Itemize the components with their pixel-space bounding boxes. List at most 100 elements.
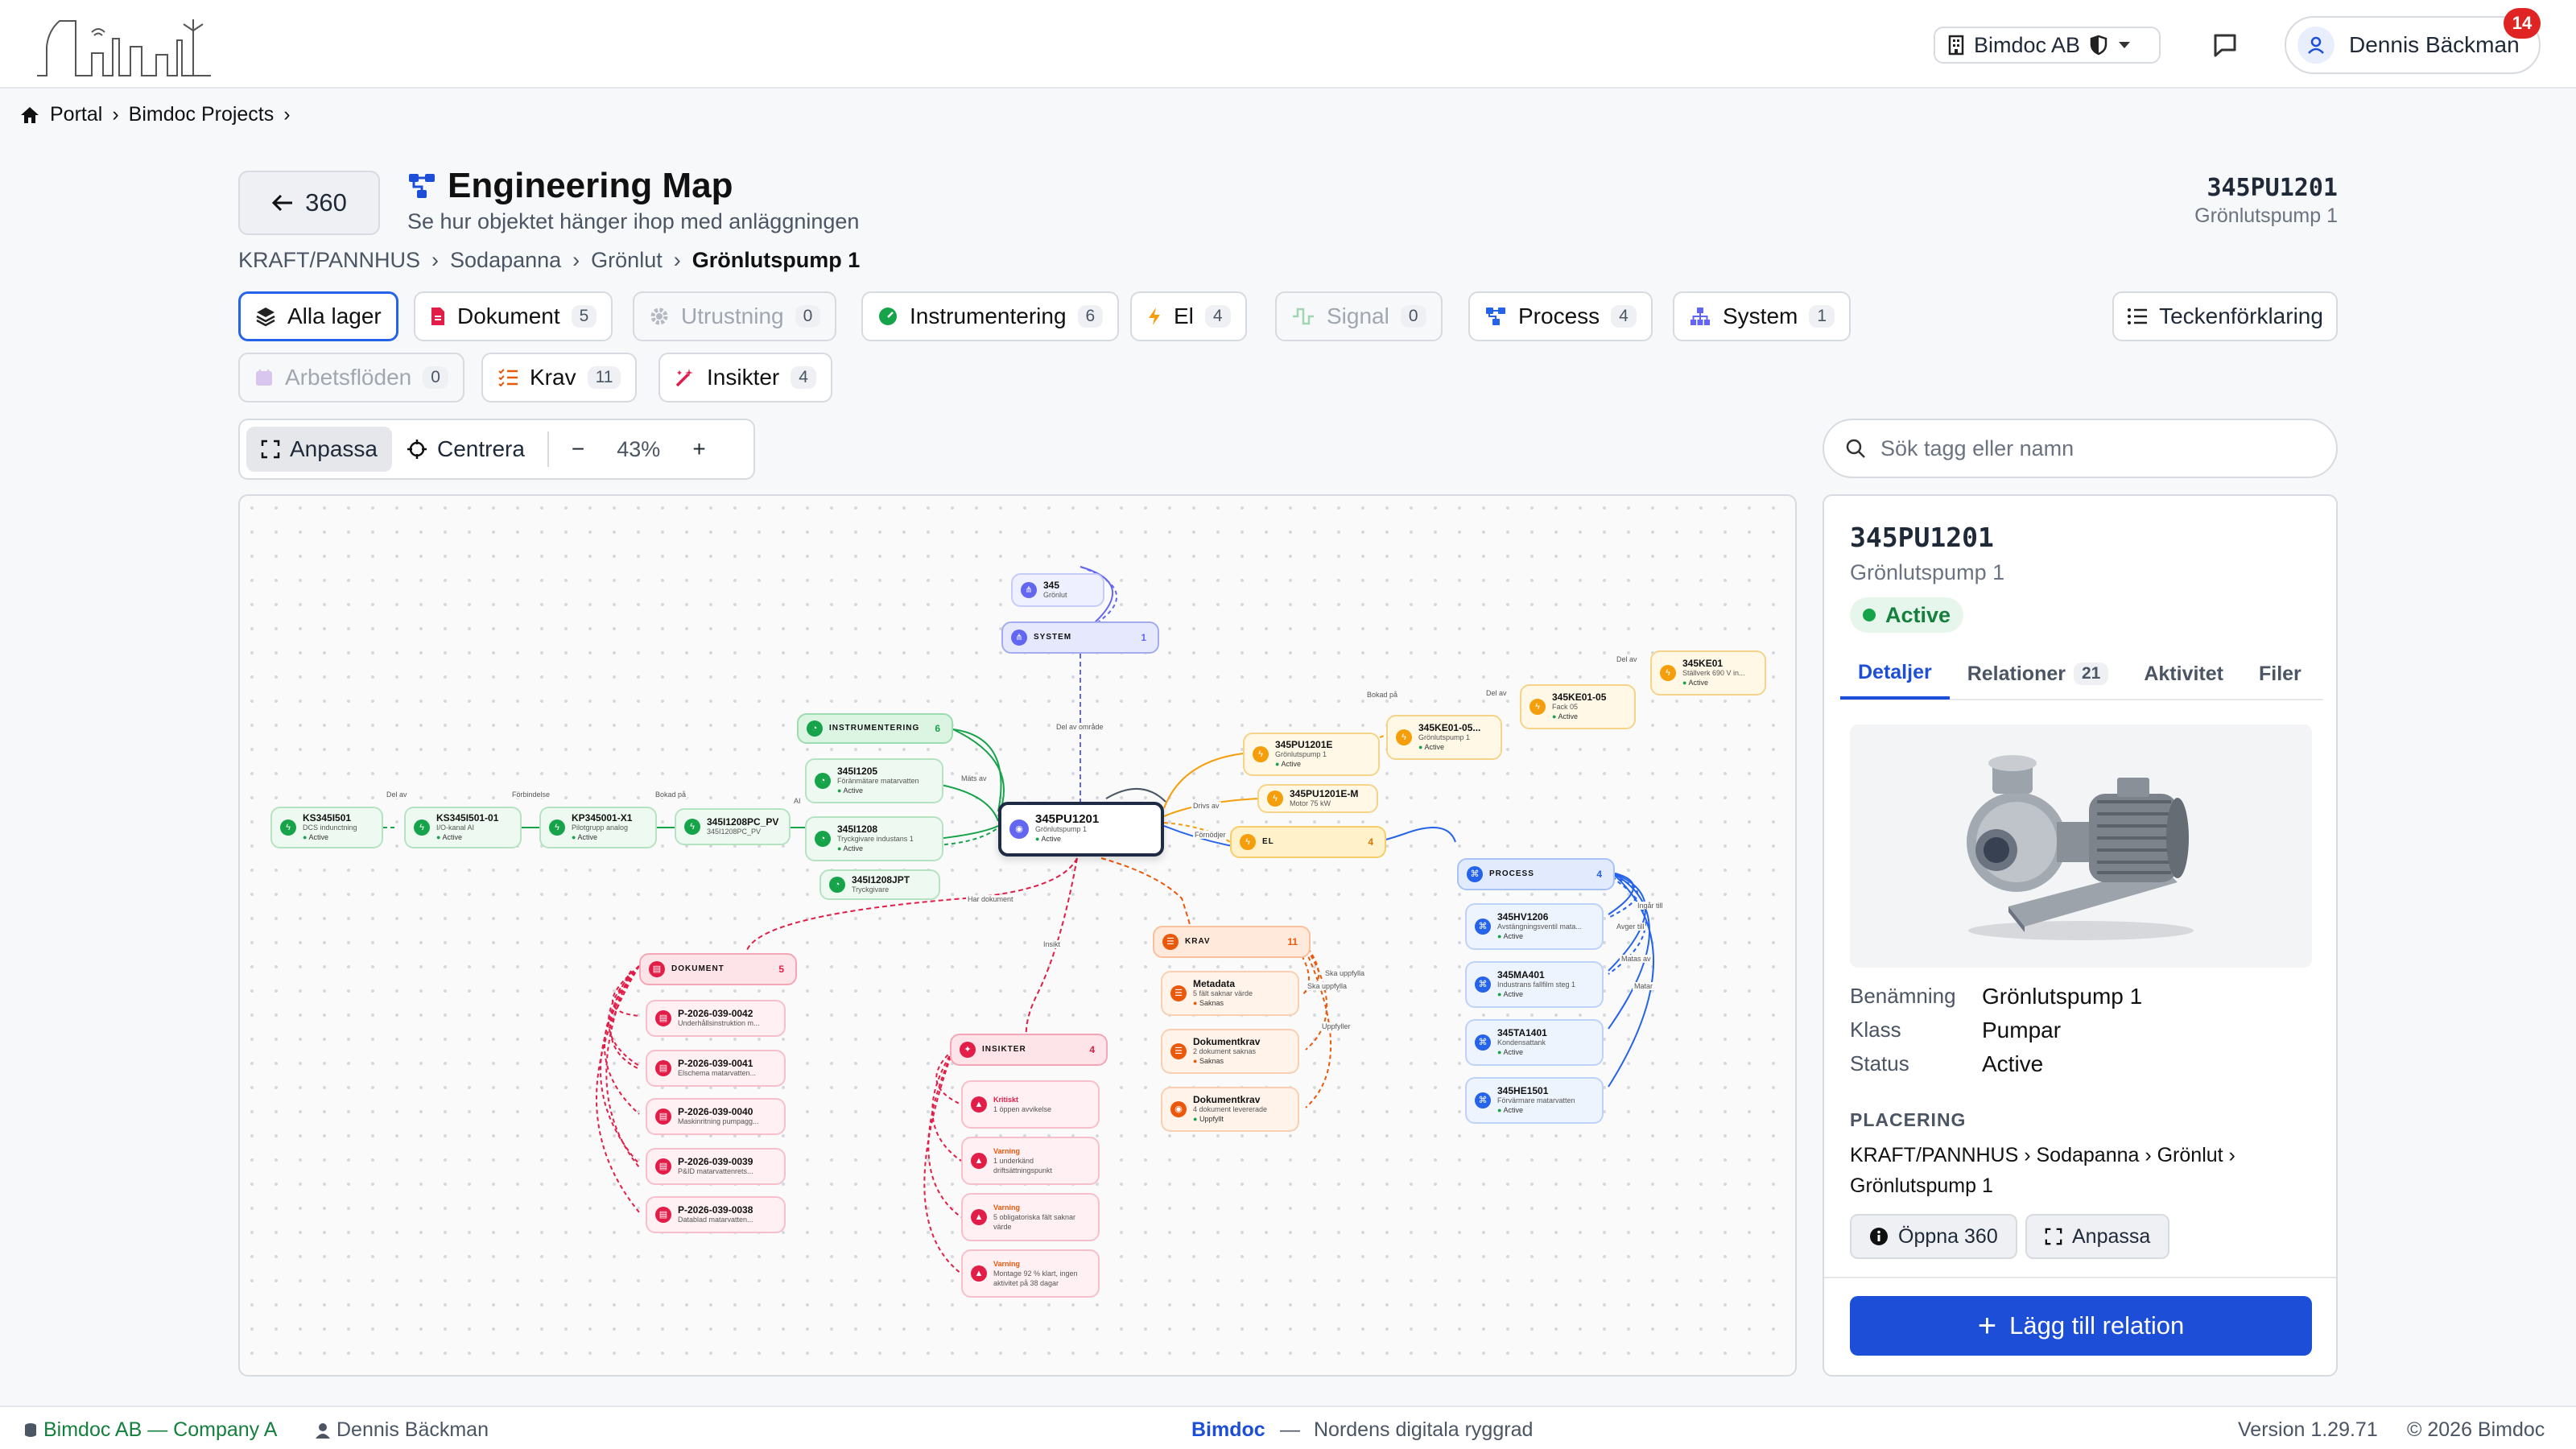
graph-group-el[interactable]: ϟ EL 4 <box>1230 826 1386 858</box>
graph-group-instrumentering[interactable]: ◔ INSTRUMENTERING 6 <box>797 713 953 744</box>
graph-node[interactable]: ⌘ 345HV1206 Avstängningsventil mata... ● A… <box>1465 903 1604 950</box>
breadcrumb-portal[interactable]: Portal <box>50 103 102 126</box>
footer-brand[interactable]: Bimdoc <box>1191 1418 1265 1442</box>
path-item[interactable]: Sodapanna <box>450 248 561 273</box>
graph-node[interactable]: ☰ Metadata 5 fält saknar värde ● Saknas <box>1161 971 1299 1016</box>
graph-node[interactable]: ◔ 345I1208 Tryckgivare industans 1 ● Activ… <box>805 816 943 861</box>
graph-group-insikter[interactable]: ✦ INSIKTER 4 <box>950 1034 1108 1066</box>
graph-node[interactable]: ϟ 345I1208PC_PV 345I1208PC_PV <box>675 808 791 845</box>
graph-node[interactable]: ϟ KS345I501 DCS indunctning ● Active <box>270 807 383 848</box>
graph-node[interactable]: ⋔ 345 Grönlut <box>1011 573 1104 607</box>
user-menu[interactable]: Dennis Bäckman <box>2285 16 2541 74</box>
graph-node[interactable]: ⌘ 345MA401 Industrans fallfilm steg 1 ● Ac… <box>1465 961 1604 1008</box>
zoom-in-button[interactable]: + <box>678 427 720 472</box>
filter-krav[interactable]: Krav 11 <box>481 353 638 402</box>
graph-node[interactable]: ▤ P-2026-039-0042 Underhållsinstruktion m… <box>646 1000 786 1037</box>
tab-aktivitet[interactable]: Aktivitet <box>2126 648 2241 700</box>
graph-node[interactable]: ϟ KS345I501-01 I/O-kanal AI ● Active <box>404 807 522 848</box>
graph-node[interactable]: ϟ KP345001-X1 Pilotgrupp analog ● Active <box>539 807 657 848</box>
graph-node[interactable]: ϟ 345KE01-05... Grönlutspump 1 ● Active <box>1386 715 1502 760</box>
chevron-right-icon: › <box>112 103 119 126</box>
tag-search[interactable]: Sök tagg eller namn <box>1823 419 2338 478</box>
back-button[interactable]: 360 <box>238 171 380 235</box>
footer-company[interactable]: Bimdoc AB — Company A <box>24 1418 277 1442</box>
node-count: 4 <box>1089 1044 1095 1055</box>
fit-label: Anpassa <box>290 436 378 461</box>
filter-utrustning[interactable]: Utrustning 0 <box>633 291 837 341</box>
add-relation-button[interactable]: + Lägg till relation <box>1850 1296 2312 1356</box>
edge-label: Ska uppfylla <box>1306 982 1349 990</box>
filter-system[interactable]: System 1 <box>1673 291 1852 341</box>
panel-fit-button[interactable]: Anpassa <box>2025 1214 2170 1259</box>
filter-arbetsfloden[interactable]: Arbetsflöden 0 <box>238 353 464 402</box>
graph-node[interactable]: ▤ P-2026-039-0039 P&ID matarvattenrets... <box>646 1148 786 1185</box>
graph-node[interactable]: ⌘ 345HE1501 Förvärmare matarvatten ● Activ… <box>1465 1077 1604 1124</box>
graph-node[interactable]: ▲ Varning 1 underkänd driftsättningspunkt <box>961 1137 1100 1185</box>
filter-signal[interactable]: Signal 0 <box>1275 291 1443 341</box>
process-icon: ⌘ <box>1475 1092 1491 1108</box>
bimdoc-logo[interactable] <box>35 14 213 77</box>
open-360-button[interactable]: Öppna 360 <box>1850 1214 2017 1259</box>
filter-el[interactable]: El 4 <box>1130 291 1247 341</box>
zoom-out-button[interactable]: − <box>557 427 599 472</box>
graph-group-process[interactable]: ⌘ PROCESS 4 <box>1457 858 1615 890</box>
node-sub: 345I1208PC_PV <box>707 828 762 836</box>
org-name: Bimdoc AB <box>1974 32 2081 57</box>
message-icon[interactable] <box>2211 31 2240 60</box>
tab-label: Filer <box>2258 662 2301 685</box>
center-button[interactable]: Centrera <box>392 427 539 472</box>
graph-group-krav[interactable]: ☰ KRAV 11 <box>1153 926 1311 958</box>
node-status: ● Active <box>572 833 597 841</box>
gauge-icon: ◔ <box>829 877 845 893</box>
node-sub: 5 fält saknar värde <box>1193 989 1253 997</box>
graph-node[interactable]: ▤ P-2026-039-0041 Elschema matarvatten... <box>646 1050 786 1087</box>
tab-relationer[interactable]: Relationer 21 <box>1950 648 2127 700</box>
filter-count: 11 <box>587 366 621 389</box>
home-icon[interactable] <box>19 105 40 125</box>
graph-node[interactable]: ▲ Kritiskt 1 öppen avvikelse <box>961 1080 1100 1129</box>
graph-node[interactable]: ▲ Varning 5 obligatoriska fält saknar vä… <box>961 1193 1100 1241</box>
graph-node[interactable]: ☰ Dokumentkrav 2 dokument saknas ● Saknas <box>1161 1029 1299 1074</box>
graph-node[interactable]: ▲ Varning Montage 92 % klart, ingen akti… <box>961 1249 1100 1298</box>
path-item[interactable]: Grönlut <box>591 248 663 273</box>
filter-count: 5 <box>571 305 597 328</box>
node-sub: Tryckgivare industans 1 <box>837 835 914 843</box>
org-switcher[interactable]: Bimdoc AB <box>1934 27 2161 64</box>
edge-label: Insikt <box>1042 940 1063 948</box>
graph-node[interactable]: ◉ Dokumentkrav 4 dokument levererade ● Up… <box>1161 1087 1299 1132</box>
node-sub: Motor 75 kW <box>1290 799 1331 807</box>
graph-node-selected[interactable]: ◉ 345PU1201 Grönlutspump 1 ● Active <box>998 802 1164 857</box>
graph-group-dokument[interactable]: ▤ DOKUMENT 5 <box>639 953 797 985</box>
graph-node[interactable]: ϟ 345KE01-05 Fack 05 ● Active <box>1520 684 1636 729</box>
filter-instrumentering[interactable]: Instrumentering 6 <box>861 291 1120 341</box>
tab-filer[interactable]: Filer <box>2241 648 2319 700</box>
filter-label: Process <box>1518 303 1600 328</box>
warning-icon: ▲ <box>971 1209 987 1225</box>
filter-insikter[interactable]: Insikter 4 <box>658 353 832 402</box>
fit-button[interactable]: Anpassa <box>246 427 392 472</box>
graph-node[interactable]: ϟ 345KE01 Ställverk 690 V in... ● Active <box>1650 650 1766 696</box>
search-input[interactable]: Sök tagg eller namn <box>1880 436 2074 461</box>
breadcrumb-projects[interactable]: Bimdoc Projects <box>129 103 275 126</box>
legend-button[interactable]: Teckenförklaring <box>2112 291 2338 341</box>
graph-group-system[interactable]: ⋔ SYSTEM 1 <box>1001 621 1159 654</box>
tab-label: Relationer <box>1967 662 2066 685</box>
graph-node[interactable]: ⌘ 345TA1401 Kondensattank ● Active <box>1465 1019 1604 1066</box>
filter-dokument[interactable]: Dokument 5 <box>414 291 613 341</box>
field-key: Klass <box>1850 1018 1901 1042</box>
filter-process[interactable]: Process 4 <box>1468 291 1653 341</box>
engineering-map-canvas[interactable]: Del av område Del av Förbindelse Bokad p… <box>238 494 1797 1377</box>
graph-node[interactable]: ▤ P-2026-039-0038 Datablad matarvatten... <box>646 1196 786 1233</box>
graph-node[interactable]: ϟ 345PU1201E Grönlutspump 1 ● Active <box>1243 733 1380 776</box>
node-id: 345PU1201 <box>1035 812 1100 826</box>
graph-node[interactable]: ◔ 345I1205 Föränmätare matarvatten ● Activ… <box>805 758 943 803</box>
layers-icon <box>256 308 275 327</box>
graph-node[interactable]: ◔ 345I1208JPT Tryckgivare <box>819 869 940 900</box>
graph-node[interactable]: ϟ 345PU1201E-M Motor 75 kW <box>1257 784 1378 813</box>
graph-node[interactable]: ▤ P-2026-039-0040 Maskinritning pumpagg..… <box>646 1098 786 1135</box>
path-item[interactable]: KRAFT/PANNHUS <box>238 248 420 273</box>
node-sub: P&ID matarvattenrets... <box>678 1167 753 1175</box>
filter-all-layers[interactable]: Alla lager <box>238 291 398 341</box>
tab-detaljer[interactable]: Detaljer <box>1840 648 1950 700</box>
notification-badge[interactable]: 14 <box>2504 8 2541 39</box>
